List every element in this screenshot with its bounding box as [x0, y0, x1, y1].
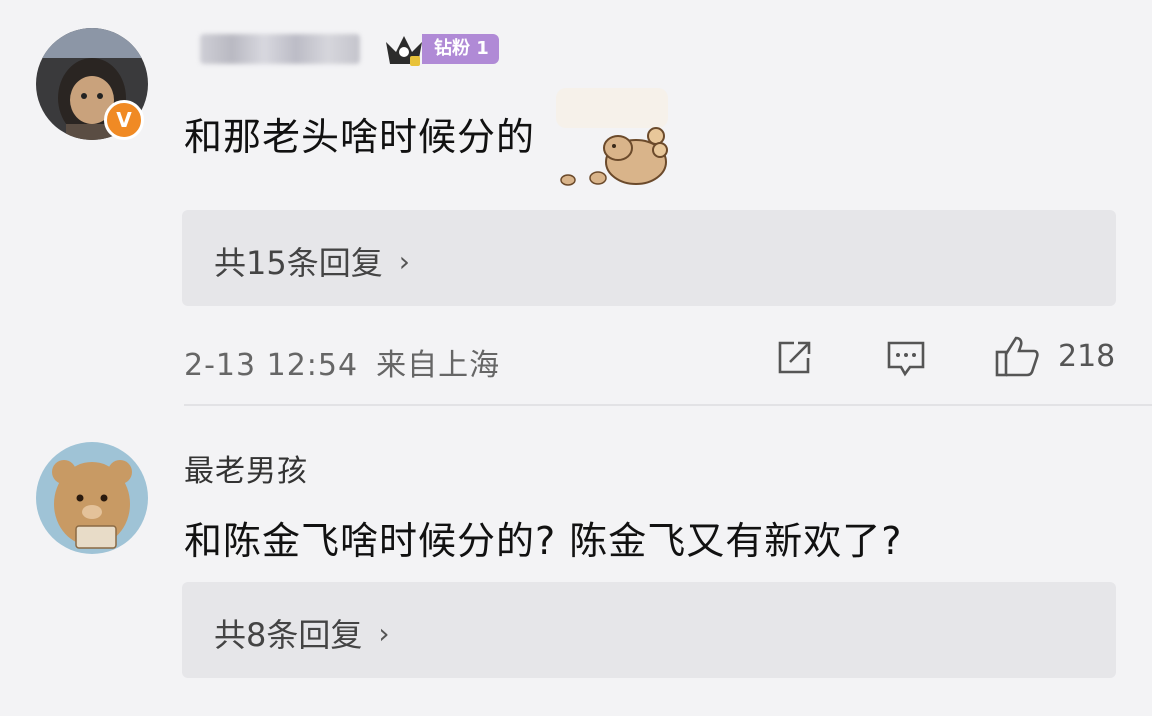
- username[interactable]: 最老男孩: [184, 446, 308, 490]
- comment-location: 来自上海: [376, 348, 501, 383]
- like-button[interactable]: 218: [994, 334, 1115, 378]
- replies-count-label: 共15条回复: [214, 244, 383, 282]
- like-icon: [995, 336, 1039, 377]
- fan-badge-label: 钻粉 1: [422, 34, 499, 64]
- comment-text: 和那老头啥时候分的: [184, 115, 536, 159]
- avatar[interactable]: [36, 442, 148, 554]
- comment-time: 2-13 12:54: [184, 348, 359, 383]
- comment-icon: [887, 341, 925, 377]
- share-icon: [778, 341, 811, 374]
- crown-icon: [386, 36, 422, 66]
- replies-box[interactable]: 共15条回复 ›: [182, 210, 1116, 306]
- comment-meta: 2-13 12:54 来自上海: [184, 340, 500, 384]
- replies-count-label: 共8条回复: [214, 616, 363, 654]
- comment-text: 和陈金飞啥时候分的? 陈金飞又有新欢了?: [184, 519, 903, 563]
- replies-box[interactable]: 共8条回复 ›: [182, 582, 1116, 678]
- username-blurred[interactable]: [200, 34, 360, 64]
- chevron-right-icon: ›: [378, 616, 390, 650]
- like-count: 218: [1058, 338, 1116, 374]
- capybara-sticker-icon: [556, 88, 668, 186]
- verified-badge: V: [104, 100, 144, 140]
- share-button[interactable]: [774, 338, 814, 378]
- comment-button[interactable]: [886, 338, 926, 378]
- chevron-right-icon: ›: [398, 244, 410, 278]
- fan-badge[interactable]: 钻粉 1: [382, 32, 499, 66]
- divider: [184, 404, 1152, 406]
